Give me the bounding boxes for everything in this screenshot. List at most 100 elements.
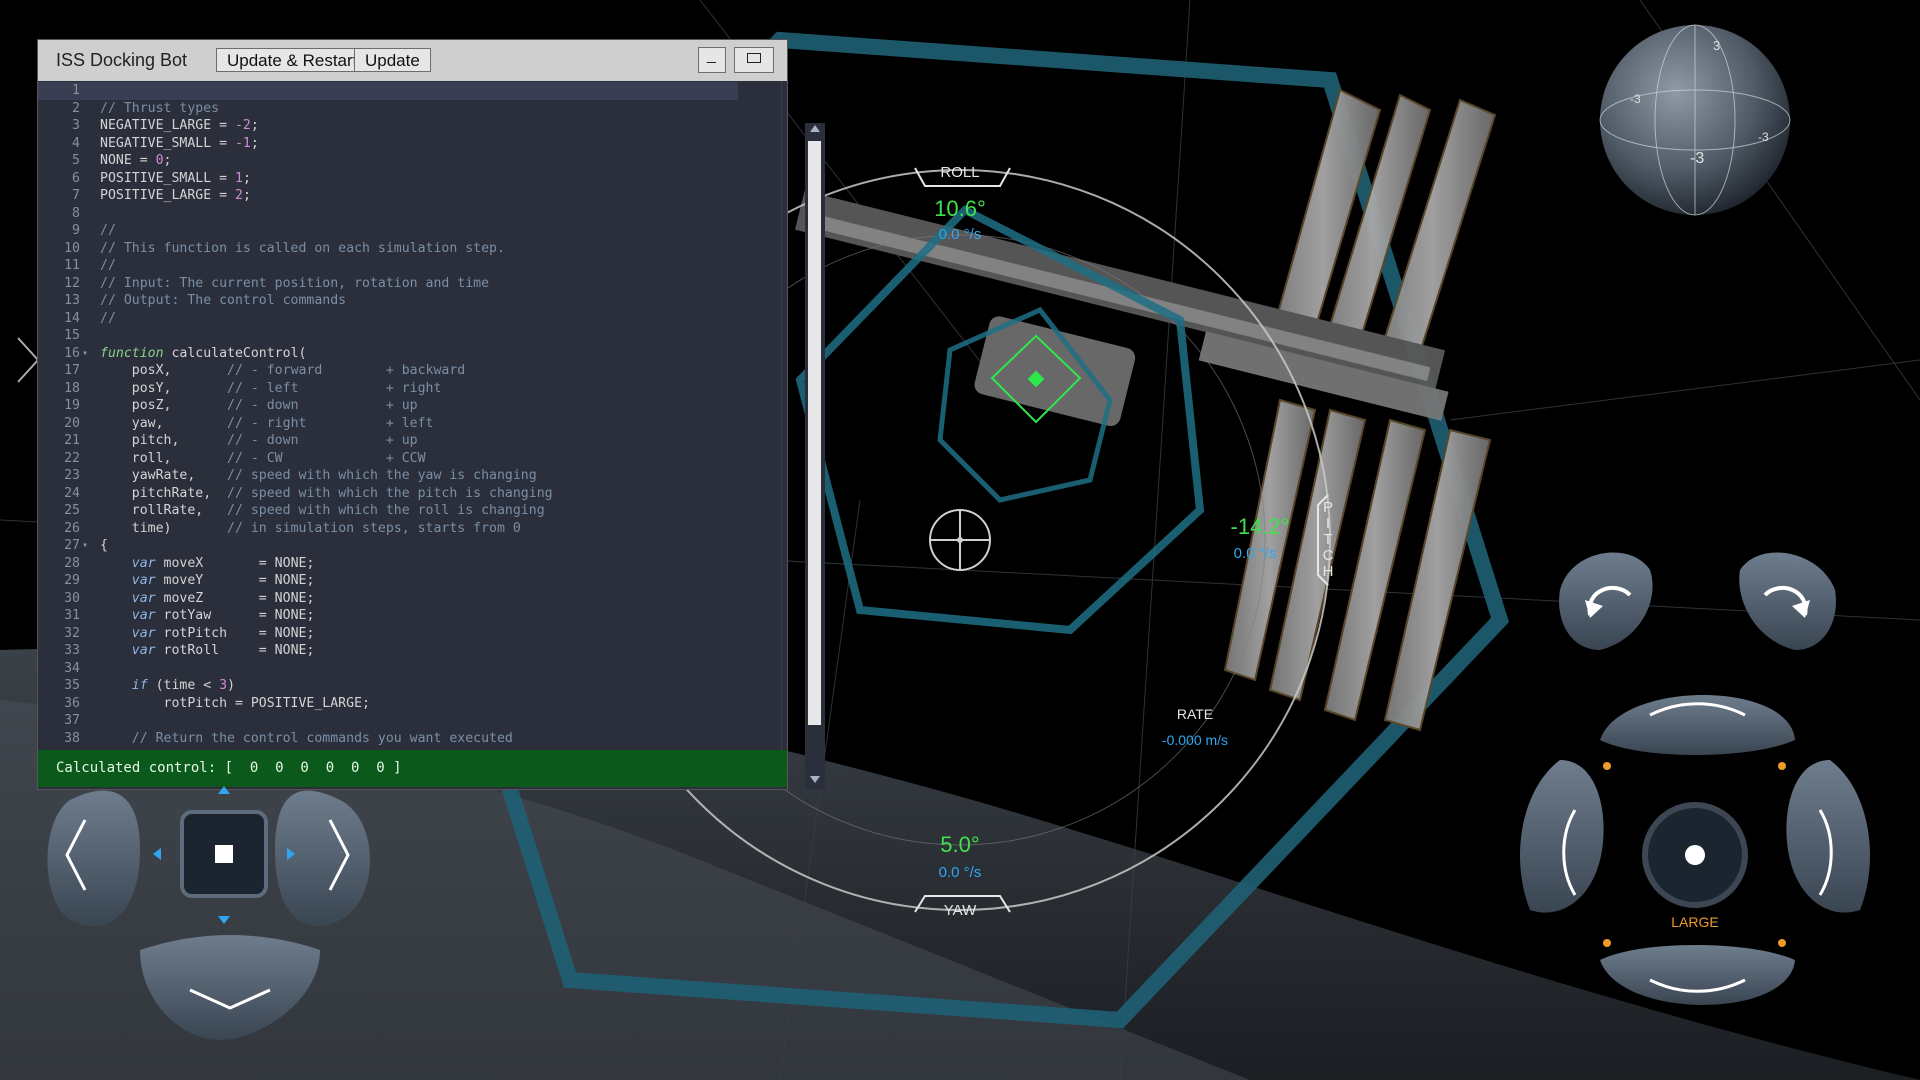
sphere-tick: -3 — [1690, 150, 1705, 167]
code-line[interactable]: 32 var rotPitch = NONE; — [38, 625, 738, 643]
thruster-indicator — [1778, 939, 1786, 947]
line-number: 15 — [64, 328, 80, 343]
code-line[interactable]: 22 roll, // - CW + CCW — [38, 450, 738, 468]
code-line[interactable]: 21 pitch, // - down + up — [38, 432, 738, 450]
code-line[interactable]: 27 ▾ { — [38, 537, 738, 555]
thrust-size-toggle[interactable] — [1645, 805, 1745, 905]
line-number: 2 — [72, 100, 80, 116]
nudge-right-icon[interactable] — [287, 848, 295, 860]
code-line[interactable]: 18 posY, // - left + right — [38, 380, 738, 398]
code-line[interactable]: 2 // Thrust types — [38, 100, 738, 118]
code-line[interactable]: 6 POSITIVE_SMALL = 1; — [38, 170, 738, 188]
pitch-up-button[interactable] — [1600, 680, 1795, 760]
code-text: roll, // - CW + CCW — [100, 450, 426, 466]
code-line[interactable]: 31 var rotYaw = NONE; — [38, 607, 738, 625]
code-line[interactable]: 10 // This function is called on each sim… — [38, 240, 738, 258]
fold-toggle-icon[interactable]: ▾ — [82, 537, 88, 555]
code-line[interactable]: 14 // — [38, 310, 738, 328]
roll-rate: 0.0 °/s — [938, 226, 982, 243]
code-line[interactable]: 20 yaw, // - right + left — [38, 415, 738, 433]
fold-toggle-icon[interactable]: ▾ — [82, 345, 88, 363]
code-area[interactable]: 1 2// Thrust types 3 NEGATIVE_LARGE = -2; 4 N… — [38, 81, 787, 789]
code-line[interactable]: 37 — [38, 712, 738, 730]
code-line[interactable]: 30 var moveZ = NONE; — [38, 590, 738, 608]
nudge-left-icon[interactable] — [153, 848, 161, 860]
nudge-down-icon[interactable] — [218, 916, 230, 924]
roll-cw-button[interactable] — [1740, 550, 1840, 650]
yaw-left-button[interactable] — [1515, 760, 1610, 920]
update-restart-button[interactable]: Update & Restart — [216, 48, 369, 72]
line-number: 30 — [64, 590, 80, 606]
maximize-button[interactable] — [734, 47, 774, 73]
code-line[interactable]: 1 — [38, 82, 738, 100]
code-line[interactable]: 16 ▾ function calculateControl( — [38, 345, 738, 363]
code-line[interactable]: 7 POSITIVE_LARGE = 2; — [38, 187, 738, 205]
code-line[interactable]: 13 // Output: The control commands — [38, 292, 738, 310]
code-line[interactable]: 38 // Return the control commands you wa… — [38, 730, 738, 748]
rate-value: -0.000 m/s — [1161, 732, 1229, 748]
code-line[interactable]: 8 — [38, 205, 738, 223]
code-line[interactable]: 23 yawRate, // speed with which the yaw … — [38, 467, 738, 485]
code-line[interactable]: 19 posZ, // - down + up — [38, 397, 738, 415]
stop-button[interactable] — [182, 812, 266, 896]
maximize-icon — [747, 53, 761, 63]
code-line[interactable]: 28 var moveX = NONE; — [38, 555, 738, 573]
code-text: time) // in simulation steps, starts fro… — [100, 520, 521, 536]
iss-station — [794, 88, 1497, 732]
left-edge-chevron — [17, 337, 40, 383]
nudge-up-icon[interactable] — [218, 786, 230, 794]
code-line[interactable]: 12 // Input: The current position, rotati… — [38, 275, 738, 293]
code-text: pitch, // - down + up — [100, 433, 418, 448]
line-number: 35 — [64, 678, 80, 693]
code-text: yaw, // - right + left — [100, 415, 434, 431]
code-line[interactable]: 33 var rotRoll = NONE; — [38, 642, 738, 660]
line-number: 24 — [64, 485, 80, 501]
code-text: POSITIVE_SMALL = 1; — [100, 170, 251, 186]
minimize-button[interactable]: _ — [698, 47, 726, 73]
code-line[interactable]: 29 var moveY = NONE; — [38, 572, 738, 590]
scroll-up-icon[interactable] — [810, 125, 820, 132]
translate-down-button[interactable] — [140, 940, 320, 1040]
code-line[interactable]: 25 rollRate, // speed with which the rol… — [38, 502, 738, 520]
scroll-down-icon[interactable] — [810, 776, 820, 783]
code-line[interactable]: 17 posX, // - forward + backward — [38, 362, 738, 380]
code-line[interactable]: 36 rotPitch = POSITIVE_LARGE; — [38, 695, 738, 713]
line-number: 22 — [64, 450, 80, 466]
code-line[interactable]: 15 — [38, 327, 738, 345]
code-text: rollRate, // speed with which the roll i… — [100, 503, 545, 518]
code-scrollbar[interactable] — [805, 123, 825, 789]
code-line[interactable]: 35 if (time < 3) — [38, 677, 738, 695]
pitch-down-button[interactable] — [1600, 940, 1795, 1020]
editor-titlebar: ISS Docking Bot Update & Restart Update … — [38, 40, 787, 81]
yaw-right-button[interactable] — [1785, 760, 1880, 920]
code-line[interactable]: 3 NEGATIVE_LARGE = -2; — [38, 117, 738, 135]
code-text: posZ, // - down + up — [100, 398, 418, 413]
roll-ccw-button[interactable] — [1555, 550, 1655, 650]
sphere-tick: -3 — [1758, 130, 1769, 144]
code-line[interactable]: 34 — [38, 660, 738, 678]
line-number: 16 — [64, 345, 80, 361]
thruster-indicator — [1603, 762, 1611, 770]
code-line[interactable]: 26 time) // in simulation steps, starts … — [38, 520, 738, 538]
chevron-down-icon — [189, 988, 271, 1010]
translate-left-button[interactable] — [45, 790, 140, 920]
pitch-rate: 0.0 °/s — [1233, 545, 1277, 562]
update-button[interactable]: Update — [354, 48, 431, 72]
code-text: // Input: The current position, rotation… — [100, 275, 490, 291]
code-line[interactable]: 24 pitchRate, // speed with which the pi… — [38, 485, 738, 503]
scrollbar-thumb[interactable] — [808, 141, 821, 725]
code-text: // — [100, 310, 116, 326]
code-line[interactable]: 5 NONE = 0; — [38, 152, 738, 170]
code-line[interactable]: 11 // — [38, 257, 738, 275]
code-line[interactable]: 9 // — [38, 222, 738, 240]
line-number: 26 — [64, 520, 80, 536]
code-text: var moveX = NONE; — [131, 555, 315, 571]
code-text: function calculateControl( — [100, 345, 307, 361]
code-line[interactable]: 4 NEGATIVE_SMALL = -1; — [38, 135, 738, 153]
line-number: 17 — [64, 363, 80, 378]
yaw-label: YAW — [943, 902, 977, 919]
crosshair — [929, 509, 991, 571]
sphere-tick: -3 — [1630, 92, 1641, 106]
code-text: pitchRate, // speed with which the pitch… — [100, 485, 553, 501]
line-number: 4 — [72, 135, 80, 151]
